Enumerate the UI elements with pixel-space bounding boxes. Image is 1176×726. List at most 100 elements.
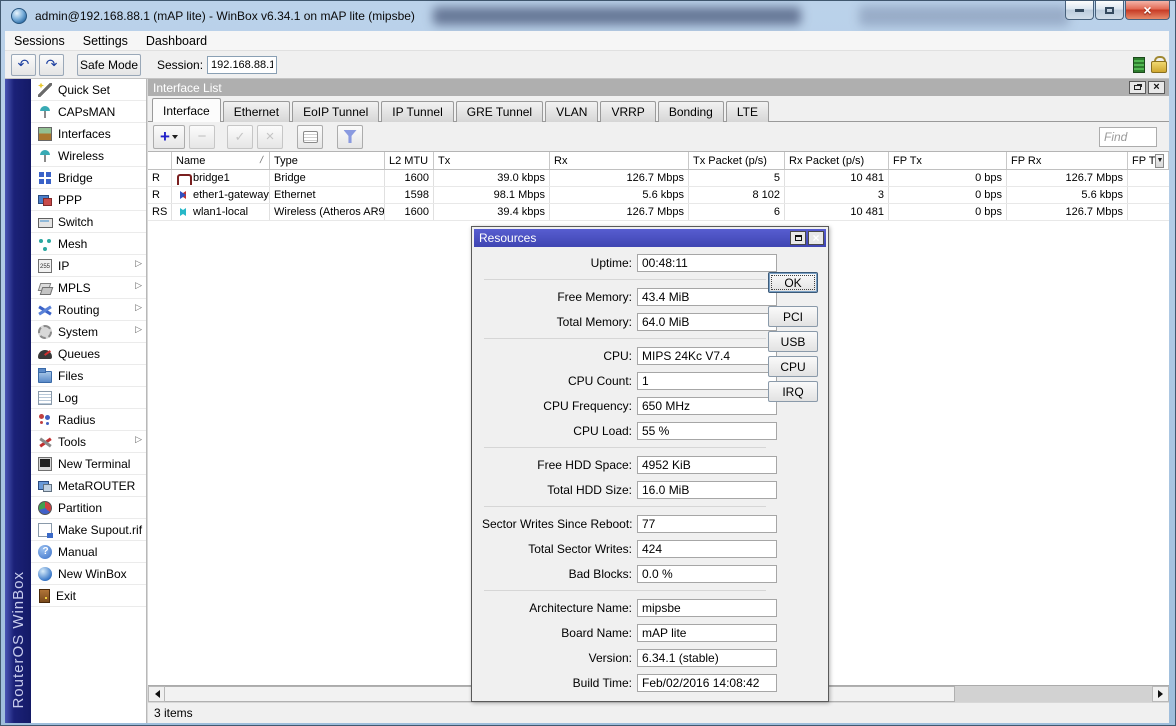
row-fp-tx: 0 bps	[889, 170, 1007, 186]
sidebar-item-label: IP	[58, 259, 69, 273]
ip-icon	[38, 259, 52, 273]
sidebar-item-manual[interactable]: Manual	[31, 541, 146, 563]
column-l2mtu[interactable]: L2 MTU	[385, 152, 434, 169]
tab-ip-tunnel[interactable]: IP Tunnel	[381, 101, 453, 122]
menu-settings[interactable]: Settings	[74, 32, 137, 50]
tab-eoip-tunnel[interactable]: EoIP Tunnel	[292, 101, 379, 122]
column-flags[interactable]	[148, 152, 172, 169]
resources-dialog-titlebar[interactable]: Resources	[474, 229, 826, 247]
tab-interface[interactable]: Interface	[152, 98, 221, 122]
interface-list-titlebar[interactable]: Interface List	[148, 79, 1169, 96]
field-free-hdd: Free HDD Space:4952 KiB	[482, 456, 826, 474]
add-button[interactable]	[153, 125, 185, 149]
enable-button[interactable]	[227, 125, 253, 149]
session-input[interactable]	[207, 56, 277, 74]
sidebar-item-label: Partition	[58, 501, 102, 515]
column-rx-packet[interactable]: Rx Packet (p/s)	[785, 152, 889, 169]
menu-dashboard[interactable]: Dashboard	[137, 32, 216, 50]
row-flags: RS	[148, 204, 172, 220]
column-fp-t[interactable]: FP T	[1128, 152, 1169, 169]
minimize-button[interactable]	[1065, 1, 1094, 20]
sidebar-item-switch[interactable]: Switch	[31, 211, 146, 233]
column-fp-rx[interactable]: FP Rx	[1007, 152, 1128, 169]
pci-button[interactable]: PCI	[768, 306, 818, 327]
sidebar-item-label: Wireless	[58, 149, 104, 163]
tab-ethernet[interactable]: Ethernet	[223, 101, 290, 122]
cpu-button[interactable]: CPU	[768, 356, 818, 377]
sidebar-item-partition[interactable]: Partition	[31, 497, 146, 519]
sidebar-item-label: Switch	[58, 215, 93, 229]
restore-button[interactable]	[1129, 81, 1146, 94]
column-tx-packet[interactable]: Tx Packet (p/s)	[689, 152, 785, 169]
tab-lte[interactable]: LTE	[726, 101, 769, 122]
close-button[interactable]	[1125, 1, 1170, 20]
sidebar-item-exit[interactable]: Exit	[31, 585, 146, 607]
sidebar-item-wireless[interactable]: Wireless	[31, 145, 146, 167]
safe-mode-button[interactable]: Safe Mode	[77, 54, 141, 76]
tab-vlan[interactable]: VLAN	[545, 101, 598, 122]
sidebar-item-quick-set[interactable]: Quick Set	[31, 79, 146, 101]
find-input[interactable]	[1099, 127, 1157, 147]
sidebar-item-ip[interactable]: IP	[31, 255, 146, 277]
sidebar-item-new-winbox[interactable]: New WinBox	[31, 563, 146, 585]
row-tx: 39.0 kbps	[434, 170, 550, 186]
sidebar-item-bridge[interactable]: Bridge	[31, 167, 146, 189]
sidebar-item-queues[interactable]: Queues	[31, 343, 146, 365]
table-row[interactable]: RS wlan1-local Wireless (Atheros AR9... …	[148, 204, 1169, 221]
sidebar-item-interfaces[interactable]: Interfaces	[31, 123, 146, 145]
field-value: 77	[637, 515, 777, 533]
bridge-icon	[38, 171, 52, 185]
ok-button[interactable]: OK	[768, 272, 818, 293]
sidebar-item-ppp[interactable]: PPP	[31, 189, 146, 211]
table-row[interactable]: R bridge1 Bridge 1600 39.0 kbps 126.7 Mb…	[148, 170, 1169, 187]
redo-button[interactable]	[39, 54, 64, 76]
column-picker-button[interactable]	[1155, 154, 1164, 168]
column-name[interactable]: Name	[172, 152, 270, 169]
dialog-close-button[interactable]	[808, 231, 824, 245]
sidebar-item-metarouter[interactable]: MetaROUTER	[31, 475, 146, 497]
row-rx-packet: 3	[785, 187, 889, 203]
scroll-right-button[interactable]	[1152, 686, 1169, 702]
column-rx[interactable]: Rx	[550, 152, 689, 169]
sidebar-item-capsman[interactable]: CAPsMAN	[31, 101, 146, 123]
sidebar-item-routing[interactable]: Routing	[31, 299, 146, 321]
tab-gre-tunnel[interactable]: GRE Tunnel	[456, 101, 543, 122]
scroll-left-button[interactable]	[148, 686, 165, 702]
irq-button[interactable]: IRQ	[768, 381, 818, 402]
maximize-button[interactable]	[1095, 1, 1124, 20]
radius-icon	[38, 413, 52, 427]
tab-bonding[interactable]: Bonding	[658, 101, 724, 122]
sidebar-item-system[interactable]: System	[31, 321, 146, 343]
dialog-maximize-button[interactable]	[790, 231, 806, 245]
disable-button[interactable]	[257, 125, 283, 149]
column-tx[interactable]: Tx	[434, 152, 550, 169]
window-titlebar[interactable]: admin@192.168.88.1 (mAP lite) - WinBox v…	[1, 1, 1176, 31]
sidebar-item-files[interactable]: Files	[31, 365, 146, 387]
sidebar-item-mesh[interactable]: Mesh	[31, 233, 146, 255]
filter-button[interactable]	[337, 125, 363, 149]
tab-vrrp[interactable]: VRRP	[600, 101, 655, 122]
undo-button[interactable]	[11, 54, 36, 76]
remove-button[interactable]	[189, 125, 215, 149]
session-label: Session:	[157, 58, 203, 72]
field-value: MIPS 24Kc V7.4	[637, 347, 777, 365]
close-window-button[interactable]	[1148, 81, 1165, 94]
column-type[interactable]: Type	[270, 152, 385, 169]
column-fp-tx[interactable]: FP Tx	[889, 152, 1007, 169]
field-value: mAP lite	[637, 624, 777, 642]
field-label: CPU Count:	[482, 374, 632, 388]
interface-list-toolbar	[148, 122, 1169, 151]
sidebar-item-new-terminal[interactable]: New Terminal	[31, 453, 146, 475]
sidebar-item-mpls[interactable]: MPLS	[31, 277, 146, 299]
comment-button[interactable]	[297, 125, 323, 149]
sidebar-item-label: MetaROUTER	[58, 479, 135, 493]
row-tx-packet: 8 102	[689, 187, 785, 203]
sidebar-item-tools[interactable]: Tools	[31, 431, 146, 453]
menu-sessions[interactable]: Sessions	[5, 32, 74, 50]
sidebar-item-radius[interactable]: Radius	[31, 409, 146, 431]
sidebar-item-make-supout[interactable]: Make Supout.rif	[31, 519, 146, 541]
table-row[interactable]: R ether1-gateway Ethernet 1598 98.1 Mbps…	[148, 187, 1169, 204]
column-label: FP T	[1132, 155, 1155, 167]
usb-button[interactable]: USB	[768, 331, 818, 352]
sidebar-item-log[interactable]: Log	[31, 387, 146, 409]
